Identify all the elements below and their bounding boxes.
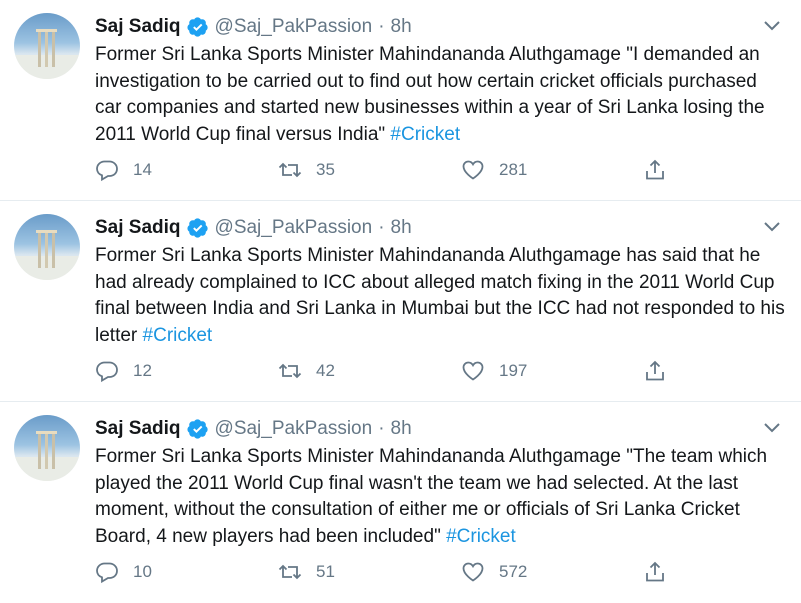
share-icon <box>646 561 664 582</box>
retweet-count: 35 <box>316 160 335 179</box>
tweet[interactable]: Saj Sadiq @Saj_PakPassion · 8h Former Sr… <box>0 201 801 402</box>
reply-button[interactable]: 14 <box>95 156 152 184</box>
retweet-count: 51 <box>316 562 335 581</box>
timestamp[interactable]: 8h <box>391 217 412 239</box>
author-name[interactable]: Saj Sadiq <box>95 217 181 239</box>
action-bar: 12 42 197 <box>95 357 675 385</box>
separator-dot: · <box>378 16 385 37</box>
reply-button[interactable]: 10 <box>95 558 152 586</box>
like-button[interactable]: 572 <box>461 558 527 586</box>
chevron-down-icon[interactable] <box>763 420 781 434</box>
hashtag-link[interactable]: #Cricket <box>446 526 516 547</box>
hashtag-link[interactable]: #Cricket <box>390 124 460 145</box>
retweet-count: 42 <box>316 361 335 380</box>
verified-badge-icon <box>186 218 208 238</box>
tweet-text: Former Sri Lanka Sports Minister Mahinda… <box>95 243 785 349</box>
separator-dot: · <box>378 217 385 238</box>
action-bar: 14 35 281 <box>95 156 675 184</box>
timestamp[interactable]: 8h <box>391 16 412 38</box>
tweet-header: Saj Sadiq @Saj_PakPassion · 8h <box>95 215 412 241</box>
heart-icon <box>462 562 484 582</box>
share-button[interactable] <box>643 558 667 586</box>
tweet[interactable]: Saj Sadiq @Saj_PakPassion · 8h Former Sr… <box>0 0 801 201</box>
tweet-feed: Saj Sadiq @Saj_PakPassion · 8h Former Sr… <box>0 0 801 587</box>
like-count: 572 <box>499 562 528 581</box>
heart-icon <box>462 361 484 381</box>
like-count: 281 <box>499 160 528 179</box>
hashtag-link[interactable]: #Cricket <box>143 325 213 346</box>
like-button[interactable]: 197 <box>461 357 527 385</box>
chevron-down-icon[interactable] <box>763 18 781 32</box>
tweet[interactable]: Saj Sadiq @Saj_PakPassion · 8h Former Sr… <box>0 402 801 603</box>
verified-badge-icon <box>186 17 208 37</box>
avatar[interactable] <box>14 415 80 481</box>
tweet-header: Saj Sadiq @Saj_PakPassion · 8h <box>95 416 412 442</box>
reply-count: 12 <box>133 361 152 380</box>
share-icon <box>646 159 664 180</box>
share-button[interactable] <box>643 357 667 385</box>
chevron-down-icon[interactable] <box>763 219 781 233</box>
timestamp[interactable]: 8h <box>391 418 412 440</box>
reply-icon <box>96 562 118 584</box>
author-handle[interactable]: @Saj_PakPassion <box>215 16 373 38</box>
avatar[interactable] <box>14 13 80 79</box>
like-button[interactable]: 281 <box>461 156 527 184</box>
like-count: 197 <box>499 361 528 380</box>
retweet-icon <box>278 564 302 580</box>
reply-count: 14 <box>133 160 152 179</box>
reply-count: 10 <box>133 562 152 581</box>
retweet-button[interactable]: 51 <box>278 558 335 586</box>
avatar[interactable] <box>14 214 80 280</box>
author-name[interactable]: Saj Sadiq <box>95 418 181 440</box>
tweet-text: Former Sri Lanka Sports Minister Mahinda… <box>95 444 785 550</box>
heart-icon <box>462 160 484 180</box>
author-name[interactable]: Saj Sadiq <box>95 16 181 38</box>
retweet-icon <box>278 363 302 379</box>
retweet-button[interactable]: 42 <box>278 357 335 385</box>
share-button[interactable] <box>643 156 667 184</box>
verified-badge-icon <box>186 419 208 439</box>
tweet-header: Saj Sadiq @Saj_PakPassion · 8h <box>95 14 412 40</box>
retweet-icon <box>278 162 302 178</box>
separator-dot: · <box>378 418 385 439</box>
author-handle[interactable]: @Saj_PakPassion <box>215 217 373 239</box>
action-bar: 10 51 572 <box>95 558 675 586</box>
tweet-text: Former Sri Lanka Sports Minister Mahinda… <box>95 42 785 148</box>
reply-icon <box>96 160 118 182</box>
share-icon <box>646 360 664 381</box>
tweet-text-content: Former Sri Lanka Sports Minister Mahinda… <box>95 446 768 547</box>
author-handle[interactable]: @Saj_PakPassion <box>215 418 373 440</box>
reply-button[interactable]: 12 <box>95 357 152 385</box>
retweet-button[interactable]: 35 <box>278 156 335 184</box>
reply-icon <box>96 361 118 383</box>
